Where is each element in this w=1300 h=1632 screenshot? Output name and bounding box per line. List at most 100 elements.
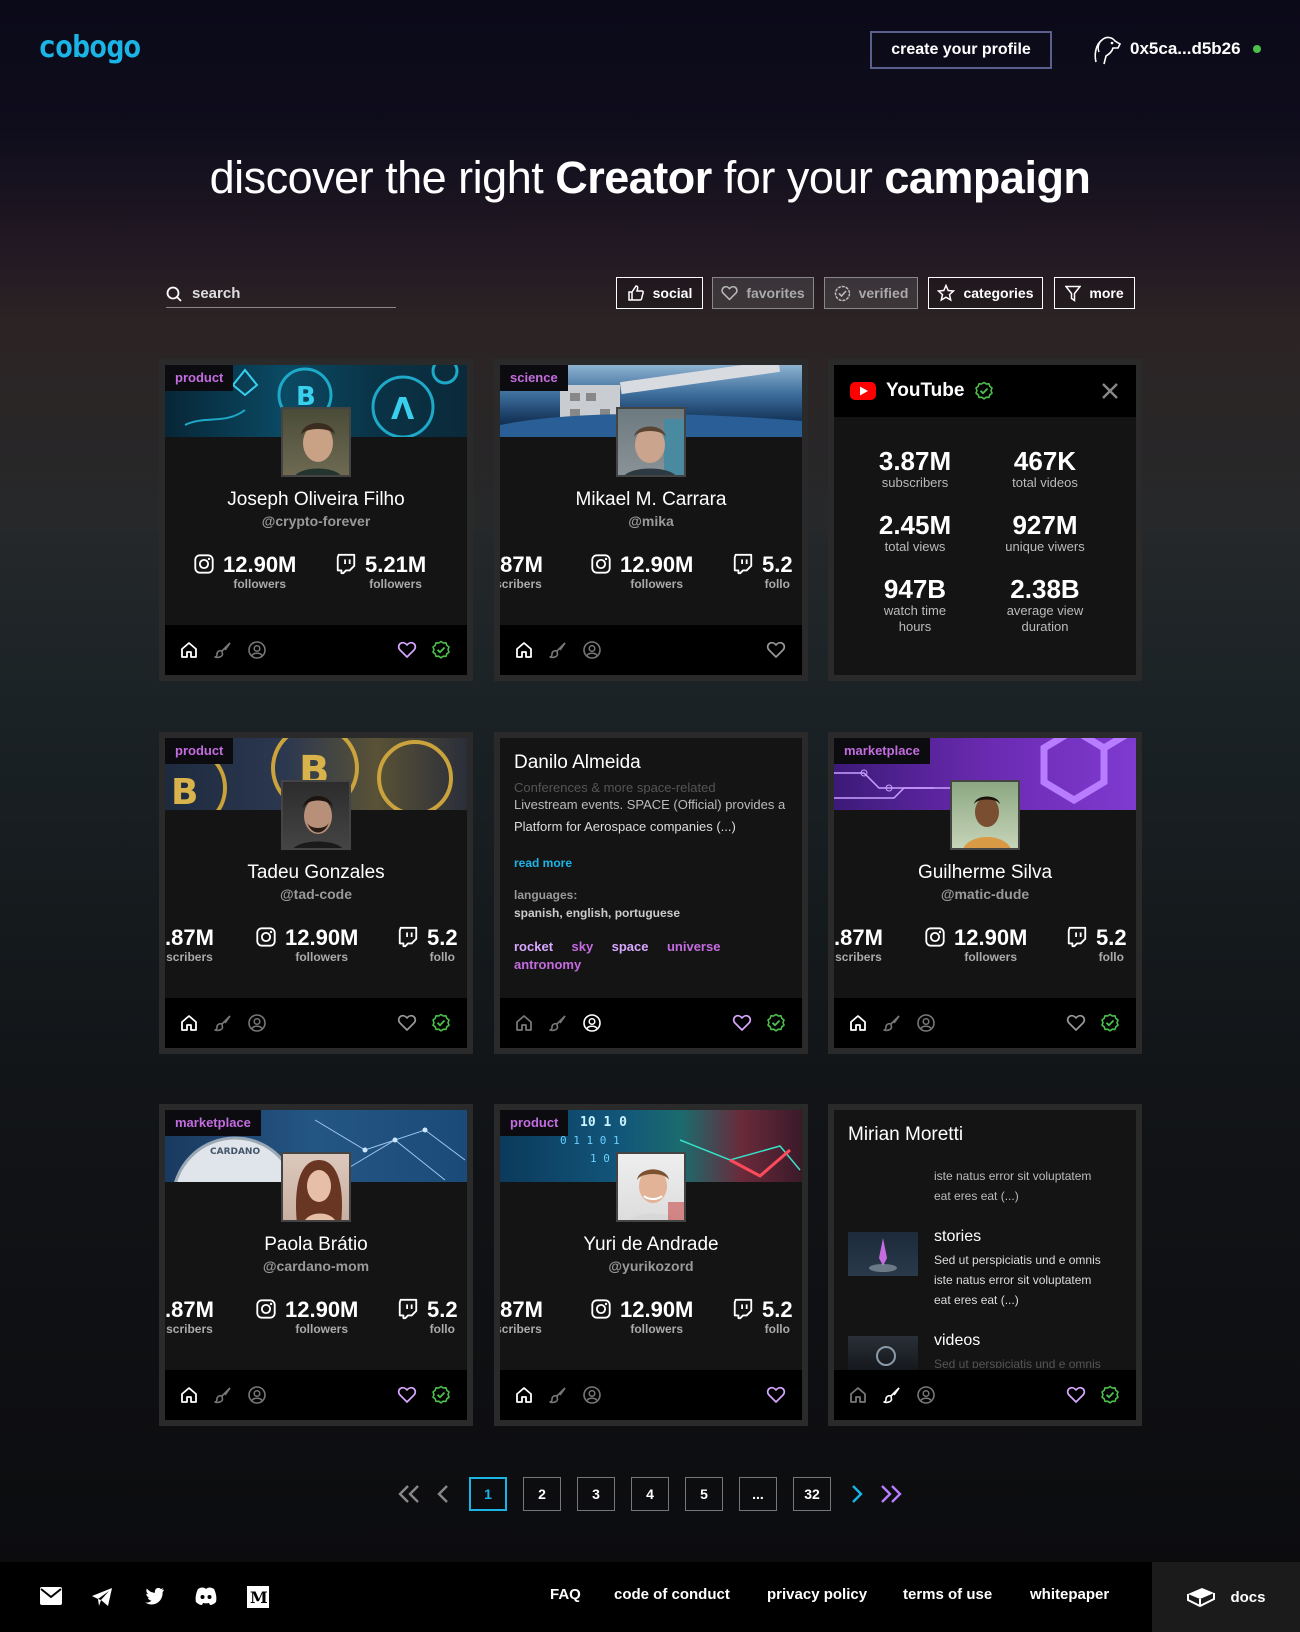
- brush-icon[interactable]: [882, 1013, 902, 1033]
- instagram-icon: [255, 926, 277, 948]
- tag-antronomy[interactable]: antronomy: [514, 957, 581, 972]
- page-5-button[interactable]: 5: [685, 1477, 723, 1511]
- twitter-icon[interactable]: [143, 1587, 165, 1605]
- stat-unique-viewers: 927M unique viwers: [1005, 510, 1085, 554]
- page-3-button[interactable]: 3: [577, 1477, 615, 1511]
- brush-icon[interactable]: [548, 1385, 568, 1405]
- last-page-icon[interactable]: [880, 1484, 902, 1504]
- faq-link[interactable]: FAQ: [550, 1586, 581, 1603]
- videos-excerpt: Sed ut perspiciatis und e omnis: [934, 1357, 1101, 1368]
- tag-space[interactable]: space: [612, 939, 649, 954]
- page-2-button[interactable]: 2: [523, 1477, 561, 1511]
- docs-button[interactable]: docs: [1152, 1562, 1300, 1632]
- profile-icon[interactable]: [247, 640, 267, 660]
- brush-icon[interactable]: [548, 1013, 568, 1033]
- profile-icon[interactable]: [582, 1013, 602, 1033]
- search-input[interactable]: search: [166, 280, 396, 308]
- brush-icon[interactable]: [213, 1013, 233, 1033]
- create-profile-button[interactable]: create your profile: [870, 31, 1052, 69]
- home-icon[interactable]: [514, 1385, 534, 1405]
- creator-about-card[interactable]: Danilo Almeida Conferences & more space-…: [494, 732, 808, 1054]
- category-tag: marketplace: [165, 1110, 261, 1136]
- read-more-link[interactable]: read more: [514, 856, 572, 870]
- tag-sky[interactable]: sky: [571, 939, 593, 954]
- youtube-stats-card: YouTube 3.87M subscribers 467K total video…: [828, 359, 1142, 681]
- svg-text:CARDANO: CARDANO: [210, 1147, 260, 1157]
- profile-icon[interactable]: [916, 1385, 936, 1405]
- profile-icon[interactable]: [582, 1385, 602, 1405]
- favorite-heart-icon[interactable]: [766, 640, 786, 660]
- whitepaper-link[interactable]: whitepaper: [1030, 1586, 1109, 1603]
- profile-icon[interactable]: [247, 1385, 267, 1405]
- next-page-icon[interactable]: [850, 1484, 864, 1504]
- languages-value: spanish, english, portuguese: [514, 906, 681, 920]
- brush-icon[interactable]: [213, 640, 233, 660]
- filter-favorites-button[interactable]: favorites: [712, 277, 814, 309]
- favorite-heart-icon[interactable]: [397, 1013, 417, 1033]
- twitch-stat: 5.2 follo: [732, 1298, 793, 1336]
- creator-card[interactable]: BΛ product Joseph Oliveira Filho @crypto…: [159, 359, 473, 681]
- page-1-button[interactable]: 1: [469, 1477, 507, 1511]
- wallet-indicator[interactable]: 0x5ca...d5b26: [1090, 32, 1261, 66]
- profile-icon[interactable]: [582, 640, 602, 660]
- profile-icon[interactable]: [916, 1013, 936, 1033]
- creator-card[interactable]: 10 1 00 1 1 0 11 0 0 1 product Yuri de A…: [494, 1104, 808, 1426]
- favorite-heart-icon[interactable]: [1066, 1013, 1086, 1033]
- home-icon[interactable]: [514, 1013, 534, 1033]
- filter-more-button[interactable]: more: [1054, 277, 1135, 309]
- filter-social-button[interactable]: social: [616, 277, 703, 309]
- topic-tags: rocket sky space universe antronomy: [514, 938, 784, 974]
- creator-card[interactable]: science Mikael M. Carrara @mika .87Mscri…: [494, 359, 808, 681]
- telegram-icon[interactable]: [91, 1587, 113, 1607]
- close-icon[interactable]: [1100, 381, 1120, 401]
- brush-icon[interactable]: [882, 1385, 902, 1405]
- home-icon[interactable]: [179, 1385, 199, 1405]
- favorite-heart-icon[interactable]: [397, 640, 417, 660]
- home-icon[interactable]: [848, 1385, 868, 1405]
- page-4-button[interactable]: 4: [631, 1477, 669, 1511]
- videos-title[interactable]: videos: [934, 1332, 980, 1350]
- verified-badge-icon: [834, 285, 851, 302]
- medium-icon[interactable]: M: [247, 1586, 269, 1608]
- creator-handle: @yurikozord: [608, 1258, 694, 1274]
- page-32-button[interactable]: 32: [793, 1477, 831, 1511]
- thumbs-up-icon: [627, 284, 645, 302]
- category-tag: product: [165, 365, 234, 391]
- filter-verified-button[interactable]: verified: [824, 277, 918, 309]
- twitch-stat: 5.2 follo: [397, 1298, 458, 1336]
- creator-content-card[interactable]: Mirian Moretti iste natus error sit volu…: [828, 1104, 1142, 1426]
- creator-card[interactable]: CARDANO marketplace Paola Brátio @cardan…: [159, 1104, 473, 1426]
- privacy-policy-link[interactable]: privacy policy: [767, 1586, 867, 1603]
- home-icon[interactable]: [848, 1013, 868, 1033]
- home-icon[interactable]: [179, 1013, 199, 1033]
- first-page-icon[interactable]: [398, 1484, 420, 1504]
- home-icon[interactable]: [179, 640, 199, 660]
- previous-page-icon[interactable]: [436, 1484, 450, 1504]
- creator-stats: .87Mscribers 12.90Mfollowers 5.2follo: [500, 1298, 802, 1342]
- brush-icon[interactable]: [548, 640, 568, 660]
- favorite-heart-icon[interactable]: [732, 1013, 752, 1033]
- stories-title[interactable]: stories: [934, 1228, 981, 1246]
- favorite-heart-icon[interactable]: [766, 1385, 786, 1405]
- home-icon[interactable]: [514, 640, 534, 660]
- favorite-heart-icon[interactable]: [1066, 1385, 1086, 1405]
- videos-thumbnail[interactable]: [848, 1336, 918, 1370]
- cobogo-logo[interactable]: cobogo: [38, 30, 141, 65]
- code-of-conduct-link[interactable]: code of conduct: [614, 1586, 730, 1603]
- favorite-heart-icon[interactable]: [397, 1385, 417, 1405]
- discord-icon[interactable]: [194, 1586, 218, 1606]
- brush-icon[interactable]: [213, 1385, 233, 1405]
- tag-universe[interactable]: universe: [667, 939, 720, 954]
- email-icon[interactable]: [40, 1587, 62, 1605]
- terms-of-use-link[interactable]: terms of use: [903, 1586, 992, 1603]
- creator-name: Danilo Almeida: [514, 752, 641, 773]
- creator-card[interactable]: marketplace Guilherme Silva @matic-dude …: [828, 732, 1142, 1054]
- stories-thumbnail[interactable]: [848, 1232, 918, 1276]
- youtube-icon: [850, 382, 876, 400]
- tag-rocket[interactable]: rocket: [514, 939, 553, 954]
- creator-name: Guilherme Silva: [917, 862, 1053, 883]
- creator-card[interactable]: BB product Tadeu Gonzales @tad-code .87M…: [159, 732, 473, 1054]
- filter-categories-button[interactable]: categories: [928, 277, 1043, 309]
- profile-icon[interactable]: [247, 1013, 267, 1033]
- instagram-stat: 12.90M followers: [590, 1298, 693, 1336]
